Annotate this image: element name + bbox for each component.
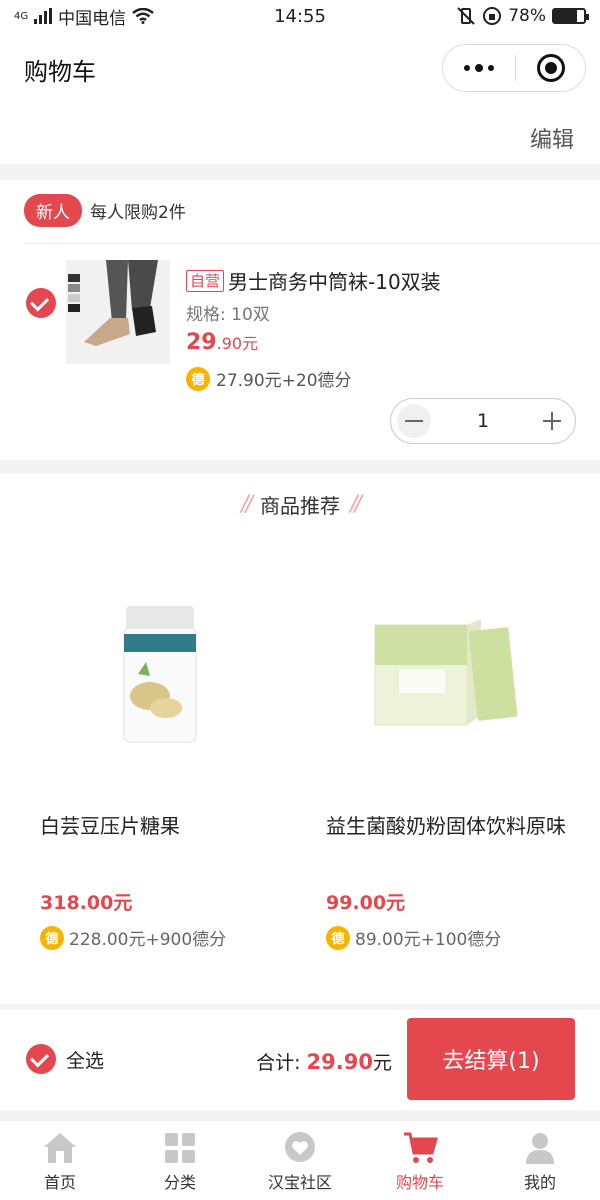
- de-coin-icon: 德: [40, 925, 64, 950]
- recommend-name: 白芸豆压片糖果: [40, 814, 180, 838]
- increase-button[interactable]: [535, 404, 569, 438]
- quantity-stepper: 1: [390, 398, 576, 444]
- tab-category[interactable]: 分类: [120, 1121, 240, 1200]
- title-decor-right: //: [350, 492, 362, 517]
- carrier-label: 中国电信: [58, 8, 127, 29]
- tab-cart[interactable]: 购物车: [360, 1121, 480, 1200]
- tab-community[interactable]: 汉宝社区: [240, 1121, 360, 1200]
- checkout-button[interactable]: 去结算(1): [407, 1018, 575, 1100]
- points-price: 27.90元+20德分: [216, 371, 352, 391]
- total-label: 合计:: [256, 1052, 301, 1074]
- total-amount: 29.90: [306, 1050, 373, 1074]
- total-unit: 元: [372, 1052, 392, 1074]
- network-label: 4G: [14, 10, 29, 22]
- title-decor-left: //: [241, 492, 253, 517]
- price-decimal: .90元: [216, 334, 259, 353]
- select-all[interactable]: 全选: [26, 1044, 104, 1074]
- rotation-lock-icon: [483, 7, 502, 25]
- total: 合计: 29.90元: [256, 1048, 392, 1075]
- category-icon: [165, 1133, 195, 1163]
- mini-program-capsule: [442, 44, 586, 92]
- price-integer: 29: [186, 330, 217, 355]
- divider: [24, 243, 600, 244]
- recommend-name: 益生菌酸奶粉固体饮料原味: [326, 814, 566, 838]
- select-all-label: 全选: [66, 1049, 105, 1072]
- recommend-points: 228.00元+900德分: [69, 930, 227, 950]
- edit-button[interactable]: 编辑: [530, 122, 574, 154]
- tab-label: 分类: [163, 1173, 196, 1192]
- battery-percent: 78%: [508, 6, 546, 26]
- de-coin-icon: 德: [326, 925, 350, 950]
- recommend-title: 商品推荐: [260, 494, 340, 518]
- points-row: 德 27.90元+20德分: [186, 366, 352, 391]
- tab-label: 购物车: [395, 1173, 444, 1192]
- home-icon: [44, 1133, 76, 1163]
- socks-image: [66, 260, 170, 364]
- recommend-item[interactable]: 益生菌酸奶粉固体饮料原味 99.00元 德 89.00元+100德分: [326, 574, 586, 950]
- battery-icon: [552, 8, 589, 24]
- yogurt-box-image: [374, 619, 518, 726]
- bottle-image: [123, 606, 197, 743]
- promo-text: 每人限购2件: [90, 203, 186, 223]
- profile-icon: [526, 1133, 554, 1164]
- page-title: 购物车: [24, 58, 96, 86]
- close-circle-icon: [536, 54, 565, 82]
- promo-row: 新人 每人限购2件: [24, 194, 186, 227]
- product-image[interactable]: [326, 574, 566, 774]
- tab-label: 我的: [523, 1173, 556, 1192]
- tab-bar: 首页 分类 汉宝社区 购物车 我的: [0, 1120, 600, 1200]
- close-button[interactable]: [516, 54, 585, 82]
- select-all-checkbox[interactable]: [26, 1044, 56, 1074]
- tab-label: 汉宝社区: [267, 1173, 332, 1192]
- more-menu-button[interactable]: [443, 45, 515, 91]
- cart-card: 新人 每人限购2件 自营 男士商务中筒袜-10双装 规格: 10双 29.90元…: [0, 180, 600, 460]
- item-price: 29.90元: [186, 330, 258, 355]
- cart-icon: [404, 1132, 438, 1163]
- recommend-item[interactable]: 白芸豆压片糖果 318.00元 德 228.00元+900德分: [40, 574, 300, 950]
- tab-profile[interactable]: 我的: [480, 1121, 600, 1200]
- recommend-points: 89.00元+100德分: [355, 930, 502, 950]
- product-image[interactable]: [40, 574, 280, 774]
- community-icon: [285, 1132, 315, 1162]
- tab-home[interactable]: 首页: [0, 1121, 120, 1200]
- header: 购物车: [0, 32, 600, 106]
- self-operated-tag: 自营: [186, 269, 225, 292]
- de-coin-icon: 德: [186, 366, 210, 391]
- vibrate-icon: [457, 7, 475, 25]
- quantity-value[interactable]: 1: [477, 410, 489, 432]
- item-checkbox[interactable]: [26, 288, 56, 318]
- tab-label: 首页: [43, 1173, 76, 1192]
- item-spec: 规格: 10双: [186, 305, 270, 325]
- product-image[interactable]: [66, 260, 170, 364]
- edit-bar: 编辑: [0, 106, 600, 164]
- wifi-icon: [132, 8, 154, 24]
- signal-icon: [34, 8, 53, 24]
- recommend-price: 99.00元: [326, 892, 406, 914]
- status-bar: 4G 中国电信 14:55 78%: [0, 0, 600, 32]
- new-user-badge: 新人: [24, 194, 82, 227]
- checkout-bar: 全选 合计: 29.90元 去结算(1): [0, 1010, 600, 1110]
- decrease-button[interactable]: [397, 404, 431, 438]
- recommend-price: 318.00元: [40, 892, 133, 914]
- recommend-section: // 商品推荐 // 白芸豆压片糖果 318.00元 德 228.00元+900…: [0, 474, 600, 1004]
- item-title[interactable]: 男士商务中筒袜-10双装: [228, 266, 441, 295]
